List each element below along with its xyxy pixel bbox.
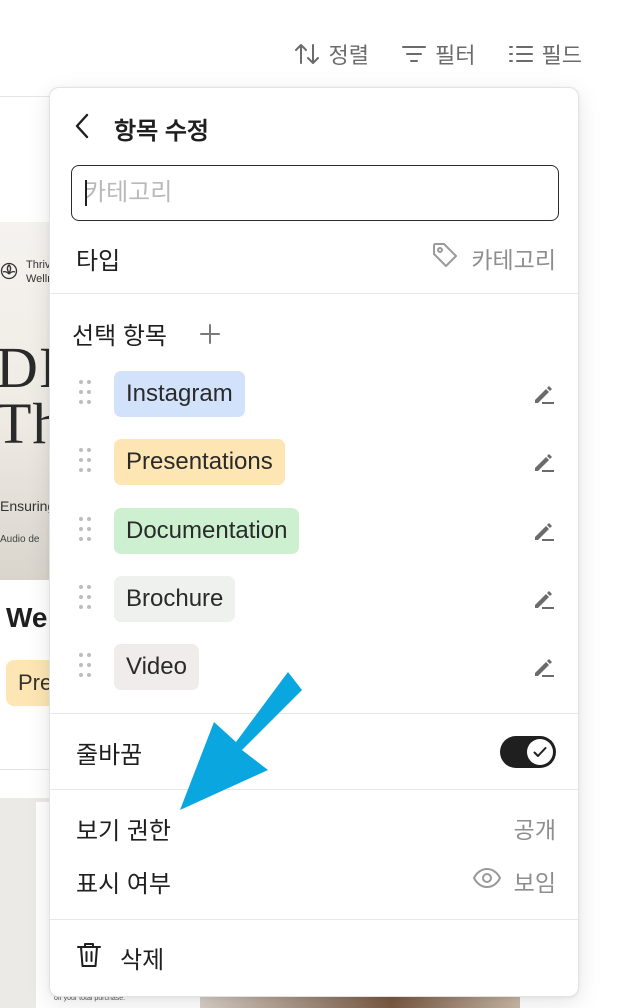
edit-option-button[interactable] — [532, 519, 556, 543]
text-caret — [85, 180, 87, 206]
filter-label: 필터 — [435, 43, 476, 68]
pencil-icon — [535, 591, 554, 609]
option-chip-brochure[interactable]: Brochure — [114, 576, 236, 622]
view-permission-label: 보기 권한 — [76, 817, 171, 845]
option-chip-video[interactable]: Video — [114, 644, 199, 690]
sort-icon — [293, 42, 321, 66]
panel-header: 항목 수정 — [70, 112, 209, 145]
pencil-icon — [535, 454, 554, 472]
drag-handle-icon[interactable] — [79, 380, 93, 408]
visibility-value: 보임 — [472, 864, 556, 898]
wrap-row: 줄바꿈 — [50, 732, 578, 772]
list-icon — [508, 43, 534, 65]
drag-handle-icon[interactable] — [79, 517, 93, 545]
option-row: Presentations — [50, 438, 578, 486]
type-row[interactable]: 타입 카테고리 — [50, 238, 578, 278]
back-button[interactable] — [70, 112, 94, 144]
view-toolbar: 정렬 필터 필드 — [293, 34, 582, 74]
lotus-logo-icon — [0, 262, 18, 280]
edit-option-button[interactable] — [532, 655, 556, 679]
drag-handle-icon[interactable] — [79, 653, 93, 681]
tag-icon — [431, 241, 459, 275]
add-option-button[interactable] — [197, 321, 223, 347]
wrap-toggle[interactable] — [500, 736, 556, 768]
options-title: 선택 항목 — [72, 323, 167, 350]
option-row: Video — [50, 643, 578, 691]
pencil-icon — [535, 659, 554, 677]
chevron-left-icon — [74, 113, 90, 144]
option-chip-documentation[interactable]: Documentation — [114, 508, 300, 554]
type-label: 타입 — [76, 247, 121, 275]
visibility-label: 표시 여부 — [76, 870, 171, 898]
property-name-input[interactable] — [71, 165, 559, 221]
edit-option-button[interactable] — [532, 450, 556, 474]
edit-property-panel: 항목 수정 타입 카테고리 선택 항목 Instagram Presentati… — [49, 87, 579, 997]
view-permission-value: 공개 — [513, 817, 556, 843]
eye-icon — [472, 867, 502, 895]
visibility-row[interactable]: 표시 여부 보임 — [50, 861, 578, 901]
options-header: 선택 항목 — [72, 316, 223, 351]
filter-button[interactable]: 필터 — [401, 38, 476, 70]
fields-label: 필드 — [541, 43, 582, 68]
view-permission-row[interactable]: 보기 권한 공개 — [50, 808, 578, 848]
divider — [50, 293, 578, 294]
divider — [50, 919, 578, 920]
pencil-icon — [535, 386, 554, 404]
edit-option-button[interactable] — [532, 587, 556, 611]
fields-button[interactable]: 필드 — [508, 38, 582, 70]
plus-icon — [200, 323, 220, 344]
option-row: Documentation — [50, 507, 578, 555]
visibility-value-label: 보임 — [513, 870, 556, 896]
drag-handle-icon[interactable] — [79, 585, 93, 613]
divider — [50, 713, 578, 714]
option-chip-instagram[interactable]: Instagram — [114, 371, 245, 417]
sort-button[interactable]: 정렬 — [293, 38, 369, 70]
card-title: We — [6, 602, 48, 633]
type-value-label: 카테고리 — [471, 247, 556, 273]
edit-option-button[interactable] — [532, 382, 556, 406]
panel-title: 항목 수정 — [114, 117, 209, 145]
delete-label: 삭제 — [120, 947, 165, 974]
divider — [50, 789, 578, 790]
option-chip-presentations[interactable]: Presentations — [114, 439, 285, 485]
filter-icon — [401, 43, 427, 65]
delete-property-button[interactable]: 삭제 — [76, 940, 164, 975]
thumbnail-subtitle: Ensuring — [0, 498, 56, 514]
option-row: Brochure — [50, 575, 578, 623]
type-value: 카테고리 — [431, 241, 556, 275]
drag-handle-icon[interactable] — [79, 448, 93, 476]
wrap-label: 줄바꿈 — [76, 741, 143, 769]
background-photo — [200, 996, 520, 1008]
thumbnail-audio-note: Audio de — [0, 534, 40, 545]
pencil-icon — [535, 523, 554, 541]
trash-icon — [76, 941, 102, 974]
option-row: Instagram — [50, 370, 578, 418]
check-icon — [533, 747, 547, 757]
sort-label: 정렬 — [328, 43, 370, 68]
toggle-knob — [527, 739, 553, 765]
